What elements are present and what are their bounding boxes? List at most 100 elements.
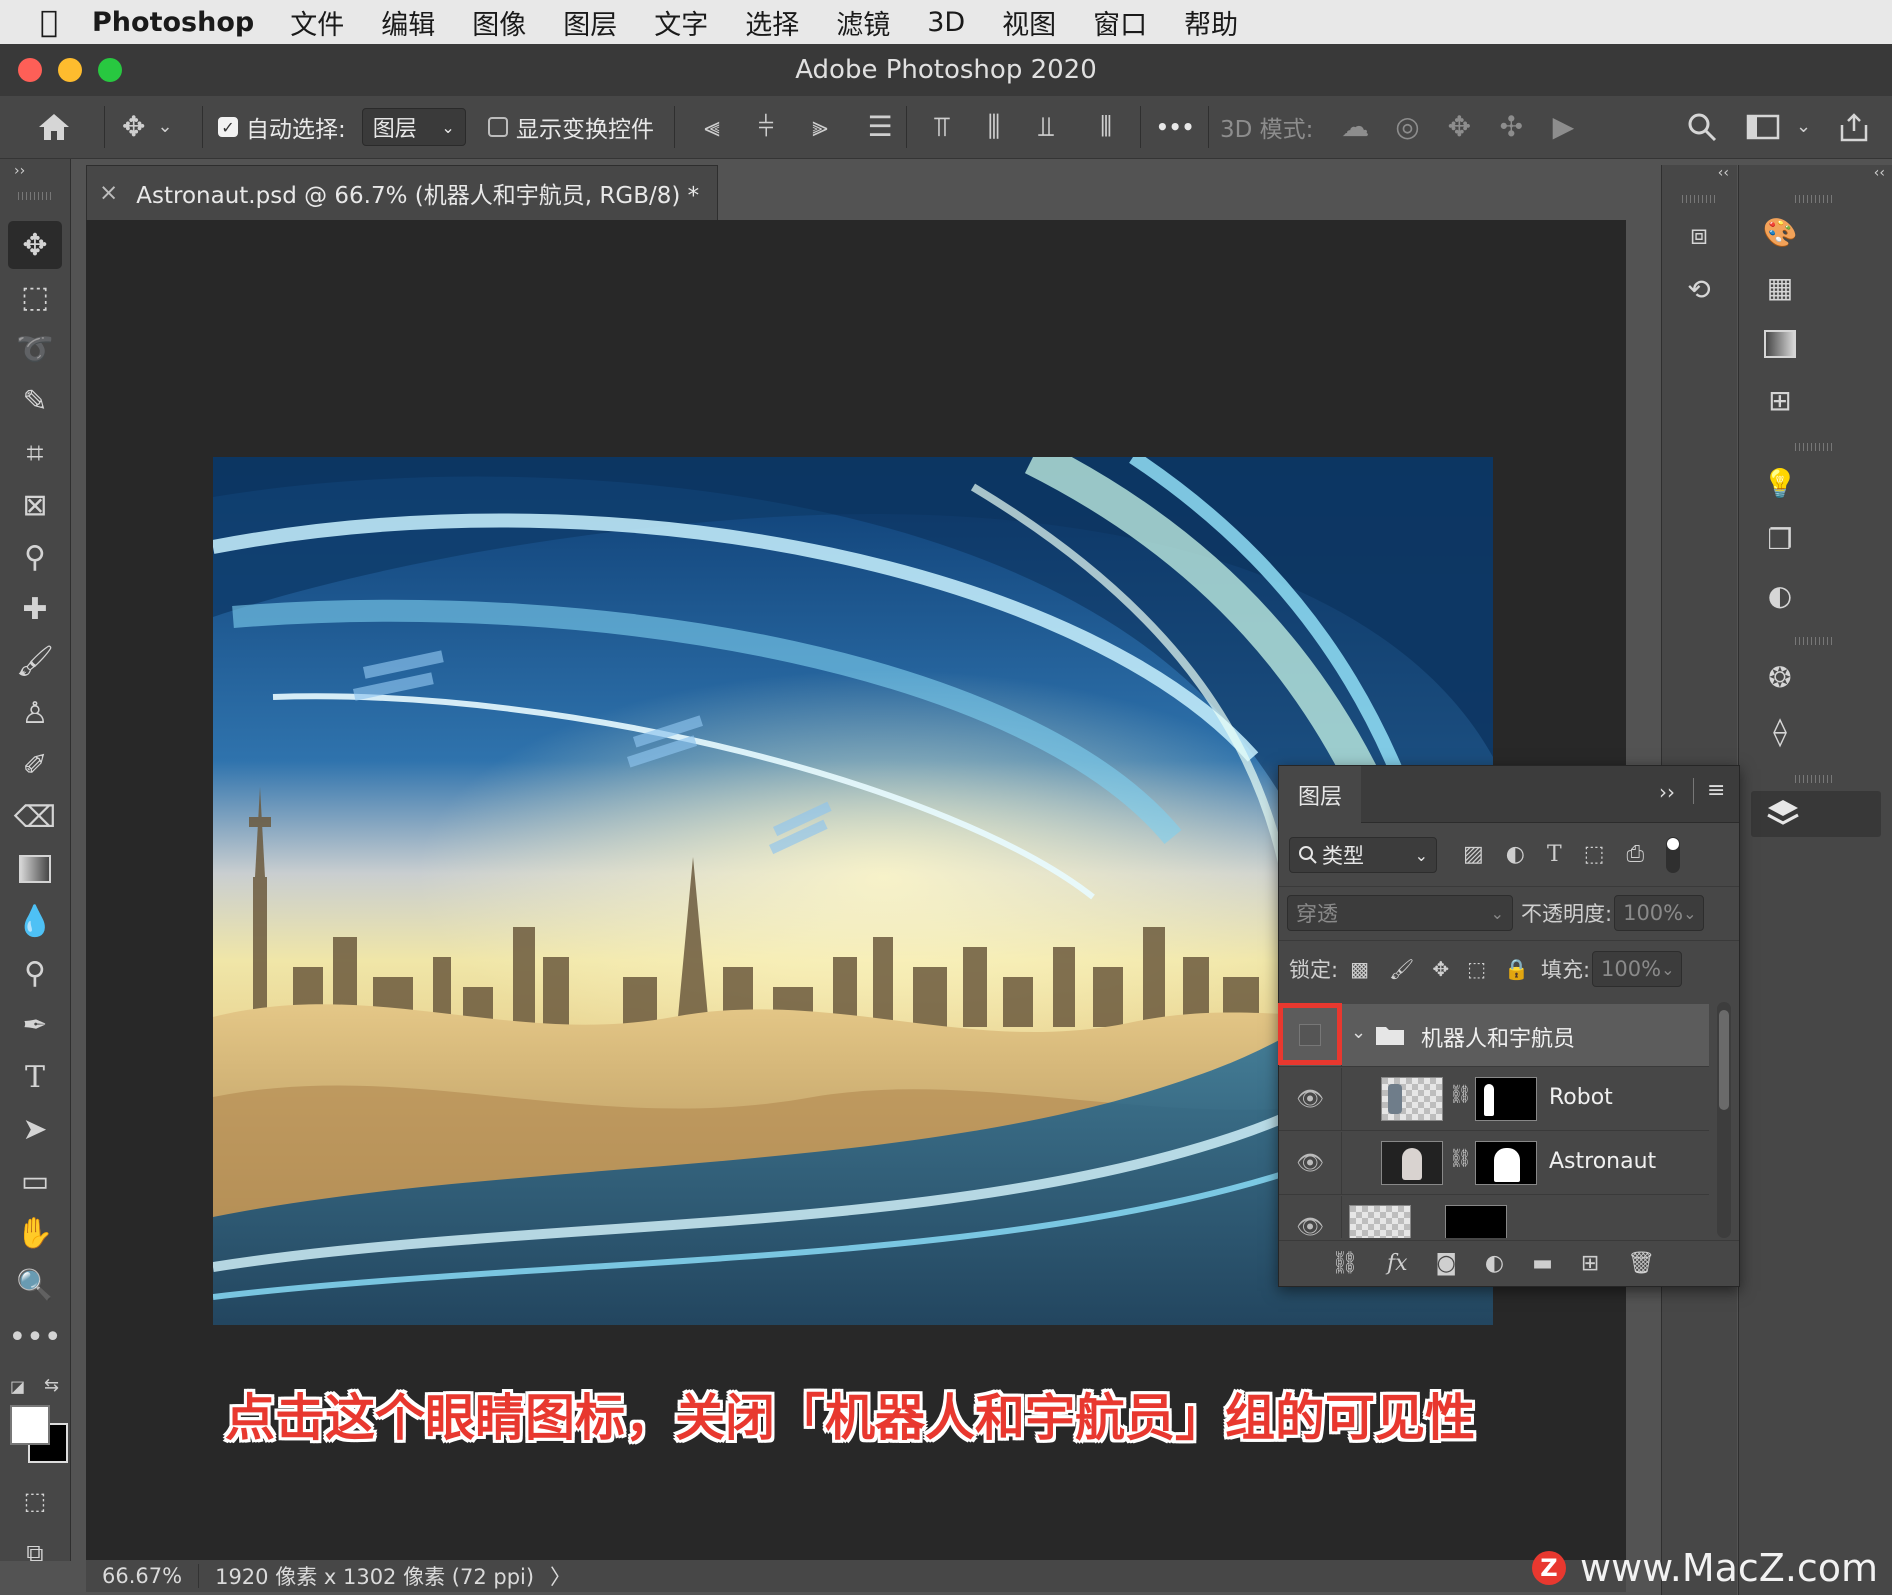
align-right-icon[interactable]: ⫸ bbox=[800, 113, 840, 141]
chevron-down-icon[interactable]: ⌄ bbox=[1796, 118, 1811, 136]
filter-adjustment-icon[interactable]: ◐ bbox=[1506, 844, 1525, 866]
history-brush-tool[interactable]: ✐ bbox=[8, 741, 62, 789]
eyedropper-tool[interactable]: ⚲ bbox=[8, 533, 62, 581]
filter-shape-icon[interactable]: ⬚ bbox=[1584, 844, 1605, 866]
status-menu-chevron[interactable]: 〉 bbox=[550, 1561, 571, 1591]
filter-smart-object-icon[interactable]: ⎙ bbox=[1626, 844, 1644, 866]
menu-3d[interactable]: 3D bbox=[927, 7, 965, 38]
3d-panel-icon[interactable]: ⧈ bbox=[1674, 213, 1724, 257]
align-horizontal-center-icon[interactable]: ⫩ bbox=[746, 113, 786, 141]
gradient-tool[interactable] bbox=[8, 845, 62, 893]
menu-layer[interactable]: 图层 bbox=[563, 3, 617, 42]
align-vertical-center-icon[interactable]: ⫼ bbox=[974, 113, 1014, 141]
collapse-dock-icon[interactable]: ‹‹ bbox=[1718, 165, 1729, 181]
libraries-panel-icon[interactable]: ❐ bbox=[1755, 517, 1805, 561]
paths-panel-icon[interactable]: ⟠ bbox=[1755, 709, 1805, 753]
layer-mask-thumbnail[interactable] bbox=[1445, 1205, 1507, 1238]
lock-artboard-icon[interactable]: ⬚ bbox=[1467, 959, 1486, 979]
layer-row-astronaut[interactable]: 👁 ⛓ Astronaut bbox=[1279, 1132, 1709, 1195]
filter-pixel-icon[interactable]: ▨ bbox=[1463, 844, 1484, 866]
move-tool[interactable]: ✥ bbox=[8, 221, 62, 269]
eraser-tool[interactable]: ⌫ bbox=[8, 793, 62, 841]
lock-all-icon[interactable]: 🔒 bbox=[1504, 959, 1529, 979]
blur-tool[interactable]: 💧 bbox=[8, 897, 62, 945]
3d-roll-icon[interactable]: ◎ bbox=[1387, 113, 1427, 141]
layer-list-scrollbar[interactable] bbox=[1717, 1002, 1731, 1238]
filter-type-icon[interactable]: T bbox=[1547, 844, 1562, 866]
layers-tab[interactable]: 图层 bbox=[1279, 766, 1361, 823]
link-icon[interactable]: ⛓ bbox=[1449, 1084, 1472, 1105]
distribute-horizontal-icon[interactable]: ⦀ bbox=[1086, 113, 1126, 141]
document-tab[interactable]: × Astronaut.psd @ 66.7% (机器人和宇航员, RGB/8)… bbox=[86, 165, 718, 220]
marquee-tool[interactable]: ⬚ bbox=[8, 273, 62, 321]
link-icon[interactable]: ⛓ bbox=[1449, 1148, 1472, 1169]
apple-icon[interactable]:  bbox=[40, 5, 58, 40]
menu-filter[interactable]: 滤镜 bbox=[836, 3, 890, 42]
fill-input[interactable]: 100% ⌄ bbox=[1592, 951, 1683, 987]
share-icon[interactable] bbox=[1838, 111, 1870, 143]
align-bottom-icon[interactable]: ⫫ bbox=[1026, 113, 1066, 141]
default-colors-icon[interactable]: ◪ bbox=[10, 1377, 25, 1396]
align-left-icon[interactable]: ⫷ bbox=[692, 113, 732, 141]
lock-position-icon[interactable]: ✥ bbox=[1432, 959, 1449, 979]
robot-mask-thumbnail[interactable] bbox=[1475, 1077, 1537, 1121]
new-layer-icon[interactable]: ⊞ bbox=[1581, 1253, 1599, 1275]
collapse-toolbar-icon[interactable]: ›› bbox=[14, 163, 25, 179]
lock-transparent-icon[interactable]: ▩ bbox=[1350, 959, 1369, 979]
home-button[interactable] bbox=[36, 96, 72, 158]
hand-tool[interactable]: ✋ bbox=[8, 1209, 62, 1257]
blend-mode-dropdown[interactable]: 穿透 ⌄ bbox=[1287, 895, 1513, 931]
quick-select-tool[interactable]: ✎ bbox=[8, 377, 62, 425]
channels-panel-icon[interactable]: ❂ bbox=[1755, 655, 1805, 699]
collapse-panel-icon[interactable]: ›› bbox=[1659, 780, 1675, 804]
add-mask-icon[interactable]: ◙ bbox=[1436, 1253, 1457, 1275]
scrollbar-thumb[interactable] bbox=[1719, 1010, 1729, 1110]
brush-tool[interactable]: 🖌 bbox=[8, 637, 62, 685]
search-icon[interactable] bbox=[1686, 111, 1718, 143]
3d-scale-icon[interactable]: ▶ bbox=[1543, 113, 1583, 141]
align-top-icon[interactable]: ⫪ bbox=[922, 113, 962, 141]
screen-mode-button[interactable]: ⧉ bbox=[8, 1529, 62, 1577]
zoom-tool[interactable]: 🔍 bbox=[8, 1261, 62, 1309]
menu-select[interactable]: 选择 bbox=[745, 3, 799, 42]
distribute-vertical-icon[interactable]: ☰ bbox=[860, 113, 900, 141]
new-group-icon[interactable]: ▬ bbox=[1532, 1253, 1553, 1275]
opacity-input[interactable]: 100% ⌄ bbox=[1614, 895, 1705, 931]
swatches-panel-icon[interactable]: ▦ bbox=[1755, 265, 1805, 309]
astronaut-thumbnail[interactable] bbox=[1381, 1141, 1443, 1185]
layer-name[interactable]: 机器人和宇航员 bbox=[1421, 1021, 1575, 1053]
close-document-icon[interactable]: × bbox=[99, 180, 118, 206]
link-layers-icon[interactable]: ⛓ bbox=[1331, 1253, 1359, 1275]
collapse-dock-icon[interactable]: ‹‹ bbox=[1874, 165, 1885, 181]
3d-pan-icon[interactable]: ✥ bbox=[1439, 113, 1479, 141]
clone-stamp-tool[interactable]: ♙ bbox=[8, 689, 62, 737]
zoom-level[interactable]: 66.67% bbox=[102, 1564, 182, 1588]
layer-name[interactable]: Astronaut bbox=[1549, 1149, 1656, 1174]
layer-filter-dropdown[interactable]: 类型 ⌄ bbox=[1289, 837, 1437, 873]
new-adjustment-layer-icon[interactable]: ◐ bbox=[1485, 1253, 1504, 1275]
astronaut-mask-thumbnail[interactable] bbox=[1475, 1141, 1537, 1185]
robot-thumbnail[interactable] bbox=[1381, 1077, 1443, 1121]
edit-toolbar-button[interactable]: ••• bbox=[8, 1313, 62, 1361]
layer-row-group[interactable]: ⌄ 机器人和宇航员 bbox=[1279, 1004, 1709, 1067]
menu-help[interactable]: 帮助 bbox=[1184, 3, 1238, 42]
color-panel-icon[interactable]: 🎨 bbox=[1755, 210, 1805, 254]
crop-tool[interactable]: ⌗ bbox=[8, 429, 62, 477]
type-tool[interactable]: T bbox=[8, 1053, 62, 1101]
layer-row-robot[interactable]: 👁 ⛓ Robot bbox=[1279, 1068, 1709, 1131]
frame-tool[interactable]: ⊠ bbox=[8, 481, 62, 529]
lock-image-icon[interactable]: 🖌 bbox=[1389, 959, 1414, 979]
panel-menu-icon[interactable]: ≡ bbox=[1707, 778, 1725, 803]
layer-thumbnail[interactable] bbox=[1349, 1205, 1411, 1238]
pen-tool[interactable]: ✒ bbox=[8, 1001, 62, 1049]
path-select-tool[interactable]: ➤ bbox=[8, 1105, 62, 1153]
filter-toggle-switch[interactable] bbox=[1666, 837, 1681, 873]
healing-brush-tool[interactable]: ✚ bbox=[8, 585, 62, 633]
swap-colors-icon[interactable]: ⇆ bbox=[44, 1375, 59, 1396]
learn-panel-icon[interactable]: 💡 bbox=[1755, 461, 1805, 505]
menu-app-name[interactable]: Photoshop bbox=[92, 7, 254, 38]
patterns-panel-icon[interactable]: ⊞ bbox=[1755, 378, 1805, 422]
layer-name[interactable]: Robot bbox=[1549, 1085, 1613, 1110]
foreground-color-swatch[interactable] bbox=[10, 1405, 50, 1445]
menu-window[interactable]: 窗口 bbox=[1093, 3, 1147, 42]
